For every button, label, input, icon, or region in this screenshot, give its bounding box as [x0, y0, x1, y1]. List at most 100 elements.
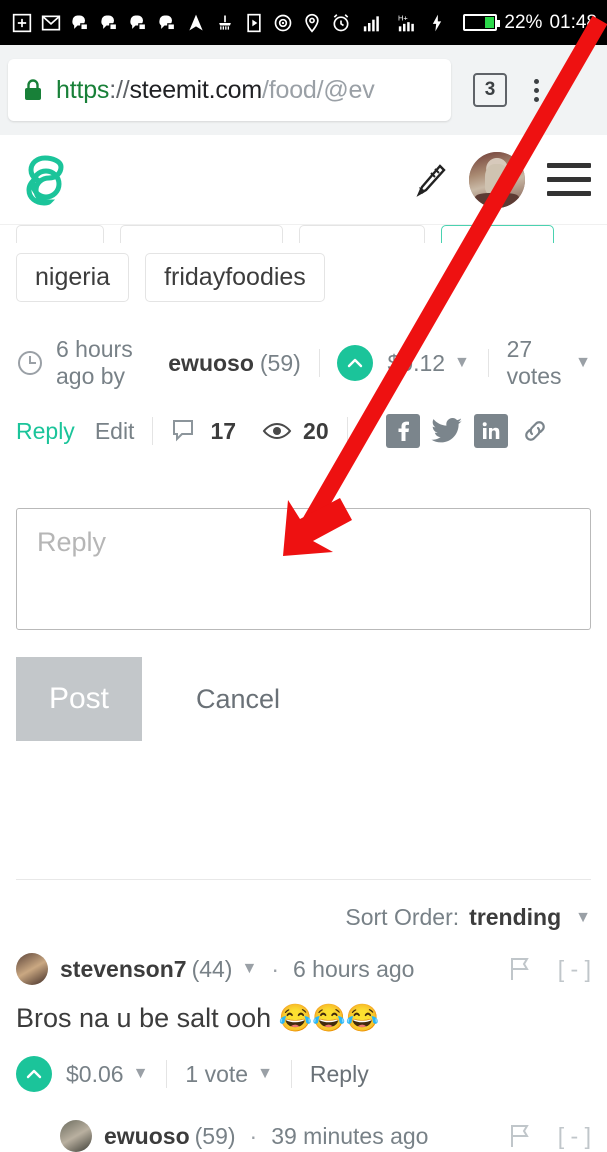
post-button[interactable]: Post [16, 657, 142, 741]
chevron-down-icon-comment-votes[interactable]: ▼ [257, 1065, 273, 1083]
post-time-ago: 6 hours ago by [56, 336, 133, 389]
reply-composer: Post Cancel [16, 508, 591, 741]
post-reply-link[interactable]: Reply [16, 418, 75, 445]
steemit-header [0, 135, 607, 225]
facebook-icon[interactable] [385, 414, 420, 448]
collapse-toggle-2[interactable]: [ - ] [558, 1123, 591, 1150]
comment-actions: $0.06 ▼ 1 vote ▼ Reply [16, 1056, 591, 1093]
clock-time: 01:48 [549, 11, 597, 33]
comment-emojis: 😂😂😂 [278, 1003, 380, 1033]
comment-actions-divider-2 [290, 1060, 292, 1089]
navigation-arrow-icon [189, 14, 203, 30]
tab-switcher-button[interactable]: 3 [473, 73, 507, 107]
tag-chip[interactable]: xxxxxxxxxx [120, 225, 283, 243]
lock-icon [25, 79, 41, 100]
upvote-button[interactable] [337, 345, 374, 381]
comment-avatar-2[interactable] [60, 1120, 92, 1152]
tag-row-clipped: xxxx xxxxxxxxxx xxxxxxx xxxxxx [16, 225, 591, 243]
chevron-down-icon-sort[interactable]: ▼ [575, 909, 591, 927]
post-author[interactable]: ewuoso [168, 350, 254, 377]
user-avatar[interactable] [469, 151, 525, 208]
tag-fridayfoodies[interactable]: fridayfoodies [145, 253, 325, 302]
status-notification-icons: H+ [12, 13, 463, 33]
play-box-icon [247, 13, 261, 32]
tag-nigeria[interactable]: nigeria [16, 253, 130, 302]
comment-header-2: ewuoso (59) · 39 minutes ago [ - ] [60, 1120, 591, 1152]
comment-separator-2: · [249, 1122, 258, 1149]
header-right-cluster [413, 151, 591, 208]
chat-icon-3 [130, 15, 147, 30]
meta-divider [318, 349, 320, 377]
location-pin-icon [305, 13, 319, 33]
chat-icon-4 [159, 15, 176, 30]
comment-reply-link[interactable]: Reply [310, 1061, 369, 1088]
post-meta-row: 6 hours ago by ewuoso (59) $0.12 ▼ 27 vo… [16, 336, 591, 390]
comment-item-nested: ewuoso (59) · 39 minutes ago [ - ] [16, 1120, 591, 1152]
tag-row: nigeria fridayfoodies [16, 253, 591, 302]
chevron-down-icon-comment-payout[interactable]: ▼ [133, 1065, 149, 1083]
meta-divider-2 [487, 349, 489, 377]
post-footer-region: xxxx xxxxxxxxxx xxxxxxx xxxxxx nigeria f… [0, 225, 607, 1152]
url-scheme: https [56, 75, 110, 104]
battery-icon [463, 14, 501, 31]
comment-payout[interactable]: $0.06 [66, 1061, 124, 1088]
alarm-clock-icon [333, 13, 349, 31]
comment-upvote-button[interactable] [16, 1056, 52, 1093]
view-count: 20 [303, 417, 329, 444]
share-buttons [385, 414, 552, 448]
composer-buttons: Post Cancel [16, 657, 591, 741]
post-vote-count[interactable]: 27 votes [507, 336, 567, 390]
pen-compose-icon[interactable] [413, 163, 447, 197]
comment-icon[interactable] [171, 418, 199, 444]
android-status-bar: H+ 22% 01:48 [0, 0, 607, 45]
post-payout[interactable]: $0.12 [387, 350, 445, 377]
chat-icon-2 [101, 15, 118, 30]
broom-icon [219, 15, 231, 30]
cast-icon [274, 14, 292, 31]
comment-author-2[interactable]: ewuoso [104, 1123, 190, 1150]
address-bar[interactable]: https://steemit.com/food/@ev [8, 59, 451, 121]
actions-divider [152, 417, 154, 445]
comment-text: Bros na u be salt ooh [16, 1003, 272, 1033]
comment-header: stevenson7 (44) ▼ · 6 hours ago [ - ] [16, 953, 591, 985]
hamburger-menu-icon[interactable] [547, 163, 591, 196]
chevron-down-icon[interactable]: ▼ [454, 354, 470, 372]
flag-icon-2[interactable] [508, 1123, 532, 1149]
tag-chip[interactable]: xxxxxxx [299, 225, 425, 243]
comment-separator: · [271, 955, 279, 982]
url-path: /food/@ev [262, 75, 375, 104]
reply-textarea[interactable] [16, 508, 591, 630]
post-edit-link[interactable]: Edit [95, 418, 135, 445]
sort-order-control[interactable]: Sort Order: trending ▼ [16, 880, 591, 931]
comment-body: Bros na u be salt ooh 😂😂😂 [16, 1001, 591, 1036]
comment-vote-count[interactable]: 1 vote [185, 1061, 248, 1088]
twitter-icon[interactable] [430, 414, 464, 448]
steemit-logo[interactable] [16, 152, 72, 208]
cancel-button[interactable]: Cancel [196, 684, 280, 715]
link-icon[interactable] [518, 414, 552, 448]
comment-time-ago-2: 39 minutes ago [271, 1122, 429, 1149]
flag-icon[interactable] [508, 956, 532, 982]
comment-author-reputation: (44) [191, 955, 233, 982]
comment-author[interactable]: stevenson7 [60, 956, 187, 983]
battery-percent: 22% [504, 11, 543, 33]
comment-avatar[interactable] [16, 953, 48, 985]
tag-chip[interactable]: xxxx [16, 225, 104, 243]
chevron-down-icon-author[interactable]: ▼ [241, 960, 257, 978]
collapse-toggle[interactable]: [ - ] [558, 956, 591, 983]
comment-item: stevenson7 (44) ▼ · 6 hours ago [ - ] Br… [16, 953, 591, 1093]
chevron-down-icon-votes[interactable]: ▼ [575, 354, 591, 372]
signal-bars-icon [363, 15, 379, 31]
charging-bolt-icon [432, 14, 442, 31]
tag-chip-active[interactable]: xxxxxx [440, 225, 554, 243]
browser-toolbar: https://steemit.com/food/@ev 3 [0, 45, 607, 135]
comment-count: 17 [210, 417, 237, 444]
post-author-reputation: (59) [259, 349, 301, 376]
browser-menu-button[interactable] [519, 78, 553, 102]
sort-order-label: Sort Order: [345, 904, 460, 930]
comment-header-right-2: [ - ] [508, 1123, 591, 1150]
comment-header-right: [ - ] [508, 956, 591, 983]
url-host: steemit.com [129, 75, 263, 104]
linkedin-icon[interactable] [473, 414, 508, 448]
actions-divider-2 [346, 417, 348, 445]
